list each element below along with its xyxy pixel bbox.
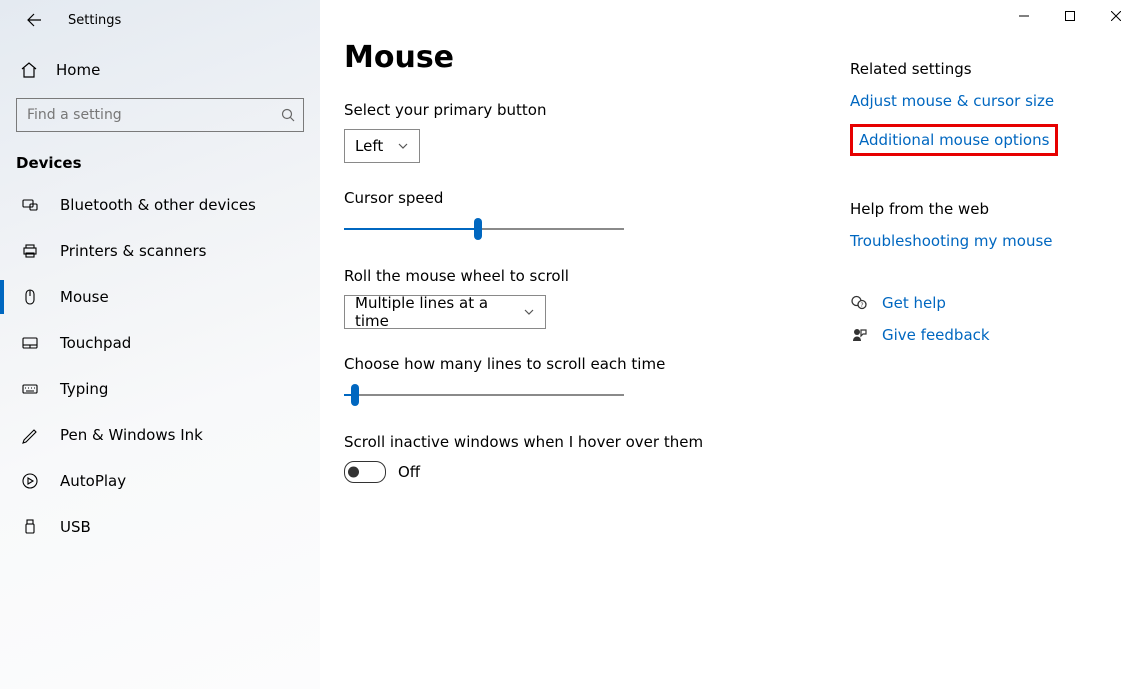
get-help-label: Get help (882, 294, 946, 312)
sidebar-item-label: USB (60, 518, 91, 536)
back-button[interactable] (20, 8, 44, 32)
search-input[interactable] (17, 99, 303, 131)
help-from-web-title: Help from the web (850, 200, 1106, 218)
give-feedback-label: Give feedback (882, 326, 990, 344)
chevron-down-icon (397, 140, 409, 152)
search-field[interactable] (16, 98, 304, 132)
sidebar-section-title: Devices (0, 132, 320, 182)
search-icon (281, 108, 295, 122)
get-help-link[interactable]: ? Get help (850, 294, 1106, 312)
sidebar-item-label: Mouse (60, 288, 109, 306)
slider-thumb[interactable] (474, 218, 482, 240)
sidebar-item-printers[interactable]: Printers & scanners (0, 228, 320, 274)
home-icon (20, 61, 38, 79)
sidebar-home[interactable]: Home (0, 48, 320, 92)
sidebar-item-label: AutoPlay (60, 472, 126, 490)
keyboard-icon (20, 380, 40, 398)
usb-icon (20, 518, 40, 536)
link-troubleshoot-mouse[interactable]: Troubleshooting my mouse (850, 232, 1106, 250)
autoplay-icon (20, 472, 40, 490)
primary-button-label: Select your primary button (344, 101, 850, 119)
chat-help-icon: ? (850, 294, 872, 312)
bluetooth-icon (20, 196, 40, 214)
minimize-button[interactable] (1001, 0, 1047, 32)
wheel-scroll-select[interactable]: Multiple lines at a time (344, 295, 546, 329)
touchpad-icon (20, 334, 40, 352)
sidebar-item-mouse[interactable]: Mouse (0, 274, 320, 320)
sidebar-item-label: Touchpad (60, 334, 131, 352)
mouse-icon (20, 288, 40, 306)
lines-to-scroll-slider[interactable] (344, 383, 624, 407)
sidebar-item-typing[interactable]: Typing (0, 366, 320, 412)
svg-text:?: ? (860, 302, 863, 309)
printer-icon (20, 242, 40, 260)
sidebar-home-label: Home (56, 61, 100, 79)
app-title: Settings (68, 13, 121, 28)
sidebar-item-label: Typing (60, 380, 108, 398)
feedback-icon (850, 326, 872, 344)
page-title: Mouse (344, 40, 850, 75)
related-settings-title: Related settings (850, 60, 1106, 78)
slider-thumb[interactable] (351, 384, 359, 406)
hover-scroll-state: Off (398, 463, 420, 481)
sidebar-item-usb[interactable]: USB (0, 504, 320, 550)
link-additional-mouse-options[interactable]: Additional mouse options (850, 124, 1058, 156)
primary-button-select[interactable]: Left (344, 129, 420, 163)
sidebar: Settings Home Devices Bluetooth & oth (0, 0, 320, 689)
give-feedback-link[interactable]: Give feedback (850, 326, 1106, 344)
close-button[interactable] (1093, 0, 1139, 32)
cursor-speed-label: Cursor speed (344, 189, 850, 207)
chevron-down-icon (523, 306, 535, 318)
sidebar-item-touchpad[interactable]: Touchpad (0, 320, 320, 366)
maximize-button[interactable] (1047, 0, 1093, 32)
wheel-scroll-label: Roll the mouse wheel to scroll (344, 267, 850, 285)
link-adjust-cursor-size[interactable]: Adjust mouse & cursor size (850, 92, 1106, 110)
lines-to-scroll-label: Choose how many lines to scroll each tim… (344, 355, 850, 373)
hover-scroll-label: Scroll inactive windows when I hover ove… (344, 433, 850, 451)
sidebar-item-bluetooth[interactable]: Bluetooth & other devices (0, 182, 320, 228)
sidebar-item-pen[interactable]: Pen & Windows Ink (0, 412, 320, 458)
pen-icon (20, 426, 40, 444)
cursor-speed-slider[interactable] (344, 217, 624, 241)
sidebar-item-label: Printers & scanners (60, 242, 206, 260)
sidebar-item-label: Pen & Windows Ink (60, 426, 203, 444)
sidebar-item-label: Bluetooth & other devices (60, 196, 256, 214)
primary-button-value: Left (355, 137, 383, 155)
sidebar-item-autoplay[interactable]: AutoPlay (0, 458, 320, 504)
hover-scroll-toggle[interactable] (344, 461, 386, 483)
wheel-scroll-value: Multiple lines at a time (355, 294, 509, 330)
